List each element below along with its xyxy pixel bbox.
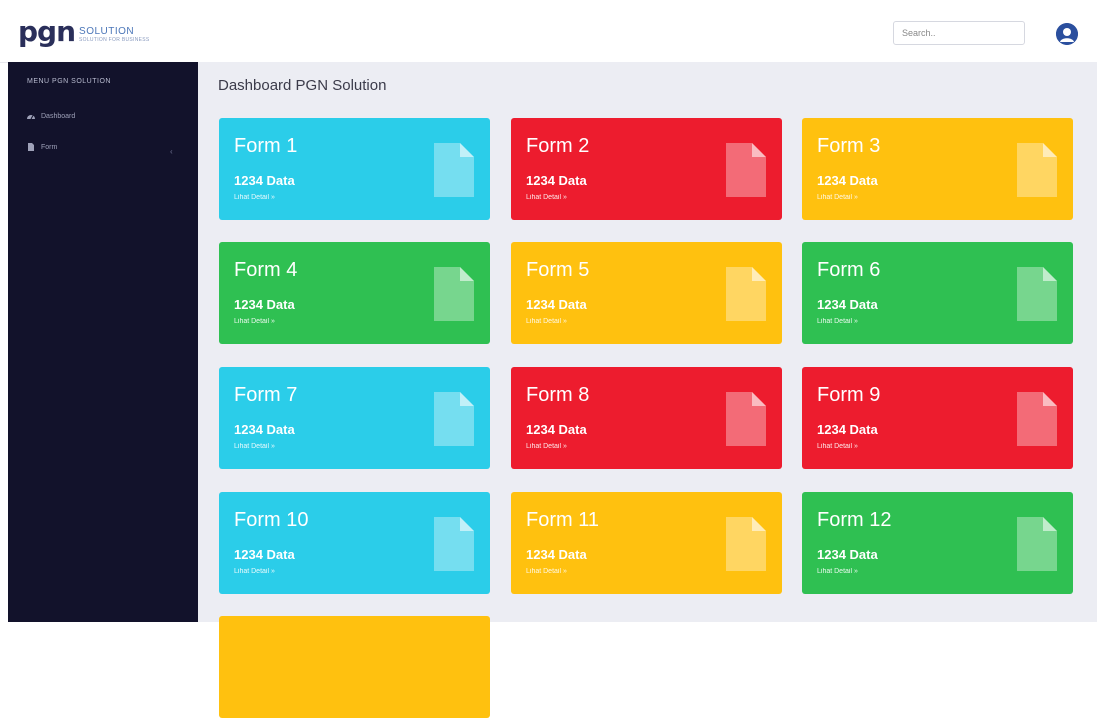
document-icon <box>434 267 474 321</box>
card-title: Form 12 <box>817 509 892 531</box>
card-form-7[interactable]: Form 7 1234 Data Lihat Detail » <box>219 367 490 469</box>
dashboard-icon <box>27 115 35 120</box>
document-icon <box>434 392 474 446</box>
detail-link[interactable]: Lihat Detail » <box>234 568 275 575</box>
card-form-6[interactable]: Form 6 1234 Data Lihat Detail » <box>802 242 1073 344</box>
file-icon <box>28 143 34 151</box>
detail-link[interactable]: Lihat Detail » <box>234 318 275 325</box>
card-title: Form 9 <box>817 384 881 406</box>
search-input[interactable] <box>893 21 1025 45</box>
document-icon <box>1017 517 1057 571</box>
card-count: 1234 Data <box>526 422 587 437</box>
card-form-10[interactable]: Form 10 1234 Data Lihat Detail » <box>219 492 490 594</box>
card-count: 1234 Data <box>234 173 295 188</box>
document-icon <box>726 143 766 197</box>
card-count: 1234 Data <box>817 547 878 562</box>
sidebar: MENU PGN SOLUTION Dashboard Form ‹ <box>8 62 198 622</box>
card-title: Form 11 <box>526 509 599 531</box>
card-count: 1234 Data <box>526 173 587 188</box>
detail-link[interactable]: Lihat Detail » <box>817 568 858 575</box>
card-title: Form 8 <box>526 384 590 406</box>
document-icon <box>726 392 766 446</box>
card-form-5[interactable]: Form 5 1234 Data Lihat Detail » <box>511 242 782 344</box>
card-count: 1234 Data <box>526 297 587 312</box>
sidebar-item-label: Dashboard <box>41 112 76 120</box>
card-form-2[interactable]: Form 2 1234 Data Lihat Detail » <box>511 118 782 220</box>
detail-link[interactable]: Lihat Detail » <box>817 443 858 450</box>
card-title: Form 7 <box>234 384 298 406</box>
logo-tagline: SOLUTION FOR BUSINESS <box>79 37 150 43</box>
page-title: Dashboard PGN Solution <box>218 77 387 94</box>
detail-link[interactable]: Lihat Detail » <box>234 194 275 201</box>
logo-text: pgn <box>18 15 76 48</box>
card-form-3[interactable]: Form 3 1234 Data Lihat Detail » <box>802 118 1073 220</box>
card-form-1[interactable]: Form 1 1234 Data Lihat Detail » <box>219 118 490 220</box>
card-count: 1234 Data <box>234 297 295 312</box>
user-icon <box>1056 23 1078 45</box>
sidebar-item-form[interactable]: Form <box>27 143 57 151</box>
card-count: 1234 Data <box>817 297 878 312</box>
card-title: Form 1 <box>234 135 298 157</box>
document-icon <box>726 517 766 571</box>
sidebar-item-dashboard[interactable]: Dashboard <box>27 112 75 120</box>
card-title: Form 6 <box>817 259 881 281</box>
detail-link[interactable]: Lihat Detail » <box>526 318 567 325</box>
document-icon <box>726 267 766 321</box>
card-title: Form 10 <box>234 509 309 531</box>
card-count: 1234 Data <box>817 173 878 188</box>
card-form-9[interactable]: Form 9 1234 Data Lihat Detail » <box>802 367 1073 469</box>
logo-subtitle: SOLUTION <box>79 26 135 37</box>
detail-link[interactable]: Lihat Detail » <box>526 194 567 201</box>
chevron-left-icon[interactable]: ‹ <box>170 147 173 156</box>
document-icon <box>1017 143 1057 197</box>
card-form-13[interactable] <box>219 616 490 718</box>
sidebar-item-label: Form <box>41 143 58 151</box>
document-icon <box>1017 392 1057 446</box>
card-count: 1234 Data <box>526 547 587 562</box>
main-content: Dashboard PGN Solution Form 1 1234 Data … <box>198 62 1097 718</box>
card-title: Form 5 <box>526 259 590 281</box>
document-icon <box>434 517 474 571</box>
card-form-11[interactable]: Form 11 1234 Data Lihat Detail » <box>511 492 782 594</box>
card-count: 1234 Data <box>234 422 295 437</box>
detail-link[interactable]: Lihat Detail » <box>526 568 567 575</box>
detail-link[interactable]: Lihat Detail » <box>526 443 567 450</box>
document-icon <box>434 143 474 197</box>
card-form-8[interactable]: Form 8 1234 Data Lihat Detail » <box>511 367 782 469</box>
card-form-4[interactable]: Form 4 1234 Data Lihat Detail » <box>219 242 490 344</box>
avatar[interactable] <box>1056 23 1078 45</box>
card-count: 1234 Data <box>817 422 878 437</box>
detail-link[interactable]: Lihat Detail » <box>817 318 858 325</box>
detail-link[interactable]: Lihat Detail » <box>817 194 858 201</box>
logo[interactable]: pgn SOLUTION SOLUTION FOR BUSINESS <box>18 15 150 48</box>
card-form-12[interactable]: Form 12 1234 Data Lihat Detail » <box>802 492 1073 594</box>
detail-link[interactable]: Lihat Detail » <box>234 443 275 450</box>
card-title: Form 2 <box>526 135 590 157</box>
document-icon <box>1017 267 1057 321</box>
card-count: 1234 Data <box>234 547 295 562</box>
sidebar-menu-title: MENU PGN SOLUTION <box>27 78 111 85</box>
card-title: Form 4 <box>234 259 298 281</box>
card-title: Form 3 <box>817 135 881 157</box>
top-bar: pgn SOLUTION SOLUTION FOR BUSINESS <box>0 0 1097 63</box>
